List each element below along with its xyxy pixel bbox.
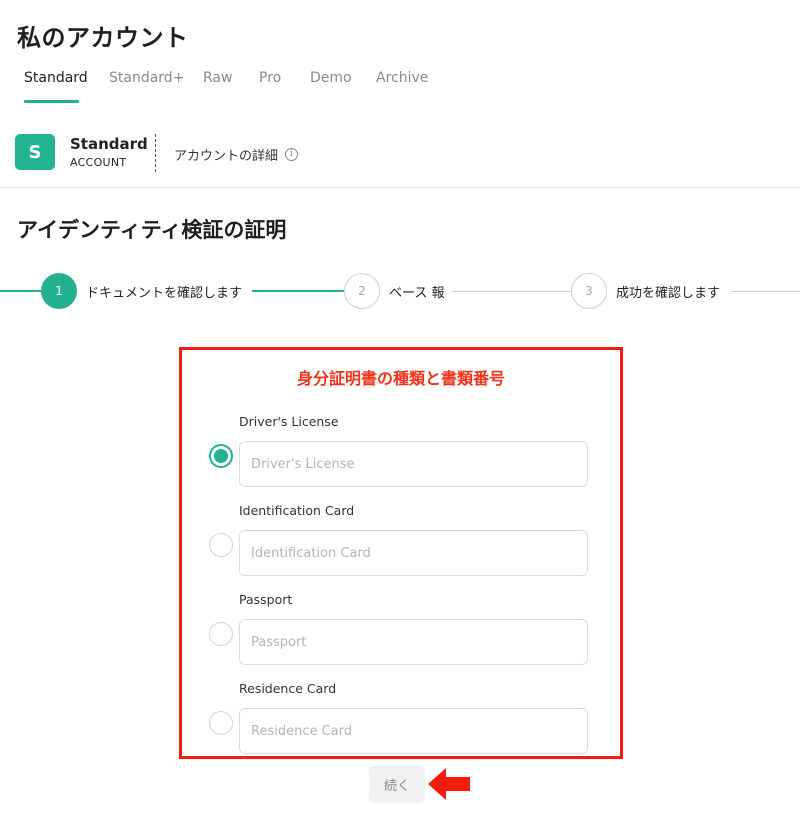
radio-passport[interactable]	[209, 622, 233, 646]
active-tab-indicator	[24, 100, 79, 103]
document-option-drivers-license: Driver's License	[182, 414, 620, 494]
header-divider	[0, 187, 800, 188]
drivers-license-input[interactable]	[239, 441, 588, 487]
account-divider	[155, 134, 156, 172]
document-label: Residence Card	[239, 681, 337, 696]
left-arrow-icon	[428, 768, 470, 800]
document-option-passport: Passport	[182, 592, 620, 672]
step-2-circle[interactable]: 2	[344, 273, 380, 309]
document-label: Passport	[239, 592, 293, 607]
account-avatar: S	[15, 134, 55, 170]
step-connector	[452, 291, 570, 292]
section-title: アイデンティティ検証の証明	[17, 218, 287, 242]
tab-demo[interactable]: Demo	[310, 70, 352, 86]
step-connector	[0, 290, 42, 292]
step-3-circle[interactable]: 3	[571, 273, 607, 309]
verification-stepper: 1 ドキュメントを確認します 2 ベース 報 3 成功を確認します	[0, 272, 800, 312]
account-summary: S Standard ACCOUNT アカウントの詳細 i	[0, 128, 800, 188]
document-type-panel: 身分証明書の種類と書類番号 Driver's License Identific…	[179, 347, 623, 759]
document-label: Driver's License	[239, 414, 339, 429]
step-connector	[252, 290, 344, 292]
identification-card-input[interactable]	[239, 530, 588, 576]
tab-pro[interactable]: Pro	[259, 70, 281, 86]
panel-title: 身分証明書の種類と書類番号	[296, 369, 505, 388]
step-1-label: ドキュメントを確認します	[86, 282, 243, 301]
account-type: ACCOUNT	[70, 156, 127, 169]
radio-drivers-license[interactable]	[209, 444, 233, 468]
residence-card-input[interactable]	[239, 708, 588, 754]
account-tabs: Standard Standard+ Raw Pro Demo Archive	[0, 62, 800, 104]
document-option-residence-card: Residence Card	[182, 681, 620, 761]
account-name: Standard	[70, 135, 148, 153]
step-connector	[731, 291, 800, 292]
document-option-identification-card: Identification Card	[182, 503, 620, 583]
document-label: Identification Card	[239, 503, 355, 518]
step-2-label: ベース 報	[389, 282, 445, 301]
radio-residence-card[interactable]	[209, 711, 233, 735]
tab-raw[interactable]: Raw	[203, 70, 232, 86]
radio-identification-card[interactable]	[209, 533, 233, 557]
step-1-circle[interactable]: 1	[41, 273, 77, 309]
tab-standard[interactable]: Standard	[24, 70, 88, 86]
passport-input[interactable]	[239, 619, 588, 665]
tab-archive[interactable]: Archive	[376, 70, 428, 86]
tab-standard-plus[interactable]: Standard+	[109, 70, 184, 86]
page-title: 私のアカウント	[17, 24, 189, 52]
account-details-label: アカウントの詳細	[174, 149, 279, 164]
continue-button[interactable]: 続く	[369, 765, 425, 803]
step-3-label: 成功を確認します	[616, 282, 721, 301]
info-icon[interactable]: i	[285, 148, 299, 161]
account-details-link[interactable]: アカウントの詳細 i	[174, 145, 299, 164]
